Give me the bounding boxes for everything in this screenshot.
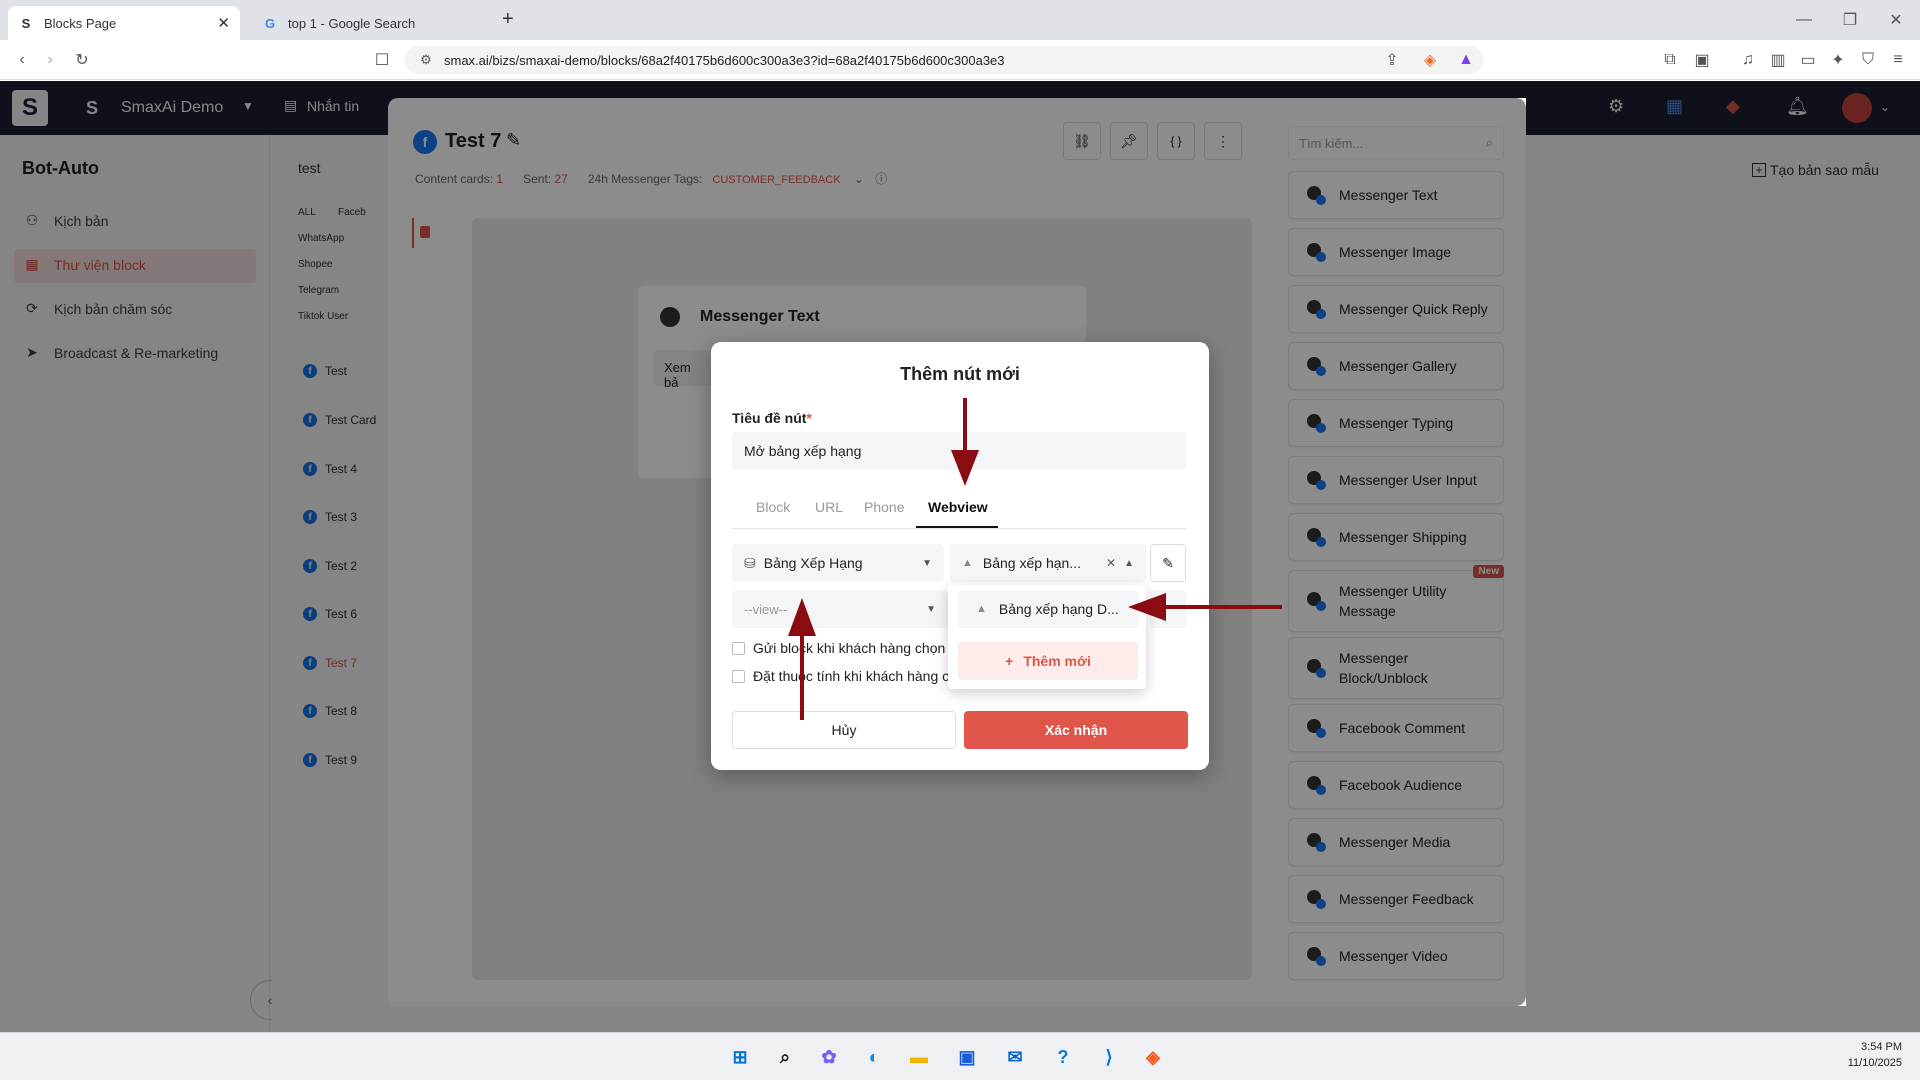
cancel-button[interactable]: Hủy [732,711,956,749]
wallet-icon[interactable]: ▭ [1796,48,1820,72]
menu-icon[interactable]: ≡ [1886,48,1910,72]
annotation-arrow-down-line [963,398,967,452]
chevron-down-icon: ▼ [926,603,936,615]
selected-app: Bảng Xếp Hạng [763,555,863,571]
minimize-icon[interactable]: — [1792,8,1816,32]
webview-app-select[interactable]: ⛁ Bảng Xếp Hạng ▼ [732,544,944,582]
file-explorer-icon[interactable]: ▬ [906,1044,932,1070]
brave-rewards-icon[interactable]: ▲ [1454,48,1478,72]
restore-icon[interactable]: ❐ [1838,8,1862,32]
vpn-icon[interactable]: ⛉ [1856,48,1880,72]
edit-pencil-icon[interactable]: ✎ [1150,544,1186,582]
leo-ai-icon[interactable]: ✦ [1826,48,1850,72]
clear-icon[interactable]: ✕ [1106,556,1116,570]
chevron-down-icon: ▼ [922,557,932,569]
annotation-arrow-down-head [951,450,979,486]
outlook-icon[interactable]: ✉ [1002,1044,1028,1070]
set-attribute-checkbox[interactable] [732,669,745,683]
send-block-checkbox[interactable] [732,641,745,655]
tab-title: Blocks Page [44,15,117,31]
set-attribute-label: Đặt thuộc tính khi khách hàng c [753,668,950,684]
google-favicon-icon: G [264,15,276,31]
tab-phone[interactable]: Phone [864,499,904,515]
extensions-icon[interactable]: ⧉ [1658,48,1682,72]
sidebar-toggle-icon[interactable]: ▥ [1766,48,1790,72]
screenshot-icon[interactable]: ▣ [1690,48,1714,72]
media-icon[interactable]: ♫ [1736,48,1760,72]
share-icon[interactable]: ⇪ [1380,48,1404,72]
annotation-arrow-up-head [788,598,816,636]
annotation-arrow-left-head [1128,593,1166,621]
button-title-value: Mở bảng xếp hạng [744,443,862,459]
active-tab-underline [916,526,998,528]
tabs-divider [732,528,1186,529]
field-label: Tiêu đề nút* [732,410,812,426]
edge-icon[interactable]: ◐ [861,1044,887,1070]
bookmark-icon[interactable]: ☐ [370,48,394,72]
tab-block[interactable]: Block [756,499,790,515]
send-block-checkbox-row[interactable]: Gửi block khi khách hàng chọn [732,640,945,656]
brave-shield-icon[interactable]: ◈ [1418,48,1442,72]
clock-time: 3:54 PM [1861,1041,1902,1053]
smax-favicon-icon: S [21,15,31,31]
selected-page: Bảng xếp hạn... [982,555,1081,571]
add-new-label: Thêm mới [1023,653,1091,669]
help-icon[interactable]: ? [1050,1044,1076,1070]
dropdown-option[interactable]: ▲ Bảng xếp hạng D... [958,590,1138,628]
webview-page-select[interactable]: ▲ Bảng xếp hạn... ✕ ▲ [950,544,1146,582]
brave-icon[interactable]: ◈ [1140,1044,1166,1070]
close-tab-icon[interactable]: ✕ [217,14,230,32]
required-mark: * [806,410,812,426]
view-placeholder: --view-- [744,601,788,617]
webview-view-select[interactable]: --view-- ▼ [732,590,948,628]
app-icon: ⛁ [744,554,756,571]
tab-url[interactable]: URL [815,499,843,515]
add-new-page-button[interactable]: + Thêm mới [958,642,1138,680]
confirm-button[interactable]: Xác nhận [964,711,1188,749]
field-label-text: Tiêu đề nút [732,410,807,426]
send-block-label: Gửi block khi khách hàng chọn [753,640,946,656]
annotation-arrow-up-line [800,634,804,720]
search-icon[interactable]: ⌕ [772,1044,798,1070]
dropdown-option-label: Bảng xếp hạng D... [998,601,1119,617]
set-attribute-checkbox-row[interactable]: Đặt thuộc tính khi khách hàng c [732,668,949,684]
tab-google-search[interactable]: G top 1 - Google Search [252,6,492,40]
clock-date: 11/10/2025 [1847,1057,1902,1069]
reload-icon[interactable]: ↻ [70,48,94,72]
back-icon[interactable]: ‹ [10,48,34,72]
new-tab-button[interactable]: + [502,8,514,31]
annotation-arrow-left-line [1164,605,1282,609]
plus-icon: + [1005,653,1014,669]
tab-webview[interactable]: Webview [928,499,988,515]
store-icon[interactable]: ▣ [954,1044,980,1070]
page-icon: ▲ [976,603,987,615]
tab-blocks-page[interactable]: S Blocks Page ✕ [8,6,240,40]
url-field[interactable]: smax.ai/bizs/smaxai-demo/blocks/68a2f401… [404,46,1484,74]
url-text: smax.ai/bizs/smaxai-demo/blocks/68a2f401… [444,52,1005,68]
modal-title: Thêm nút mới [900,364,1020,384]
windows-start-icon[interactable]: ⊞ [727,1044,753,1070]
site-settings-icon[interactable]: ⚙ [414,48,438,72]
page-icon: ▲ [962,557,973,569]
forward-icon[interactable]: › [38,48,62,72]
close-window-icon[interactable]: ✕ [1884,8,1908,32]
copilot-icon[interactable]: ✿ [816,1044,842,1070]
chevron-up-icon: ▲ [1124,557,1134,569]
vscode-icon[interactable]: ⟩ [1096,1044,1122,1070]
tab-title: top 1 - Google Search [288,15,416,31]
